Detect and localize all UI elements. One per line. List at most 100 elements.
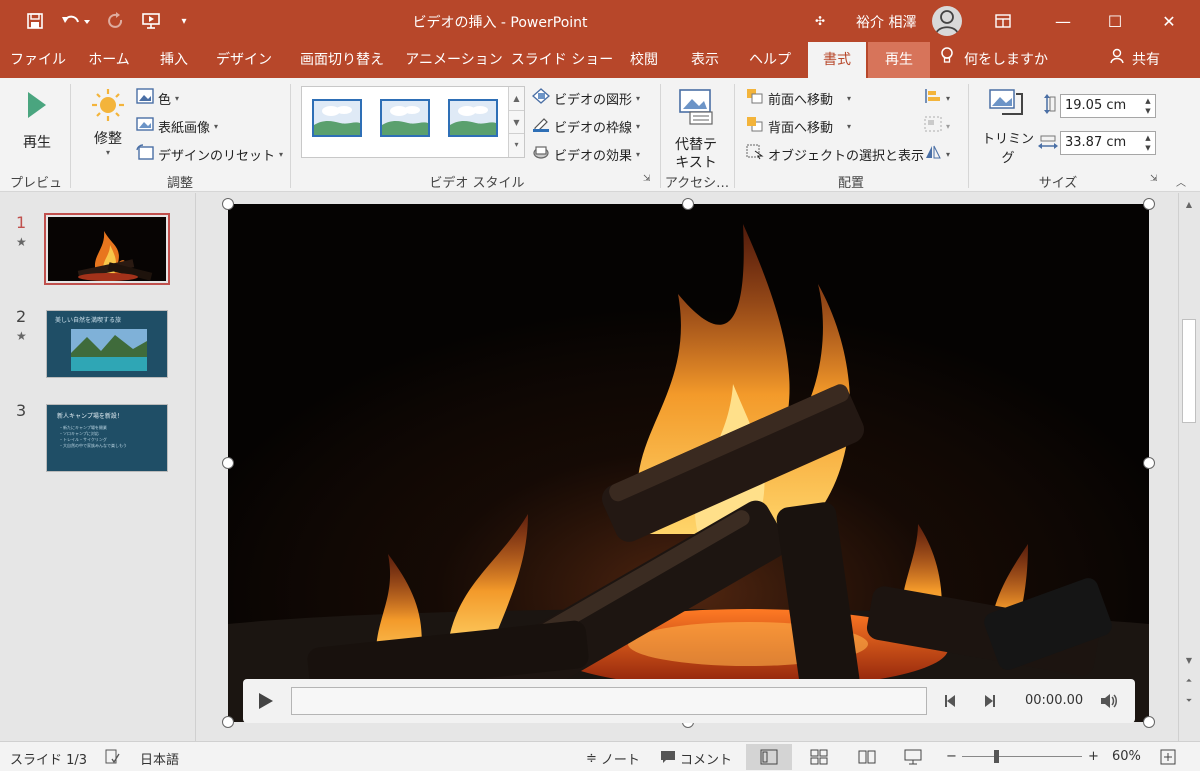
chevron-down-icon: ▾ [847, 93, 852, 103]
tab-slide-show[interactable]: スライド ショー [510, 42, 614, 78]
crop-button[interactable]: トリミング [980, 88, 1036, 166]
width-input[interactable]: 33.87 cm ▲ ▼ [1060, 131, 1156, 155]
notes-button[interactable]: ≑ ノート [586, 749, 640, 768]
slide-thumbnail-3[interactable]: 新人キャンプ場を新設！ ・新たにキャンプ場を開業 ・ソロキャンプに対応 ・トレイ… [46, 404, 168, 472]
lightbulb-icon [940, 42, 954, 78]
selection-pane-button[interactable]: オブジェクトの選択と表示 [746, 144, 924, 164]
skip-forward-button[interactable] [981, 693, 997, 713]
tab-help[interactable]: ヘルプ [740, 42, 800, 78]
reading-view-button[interactable] [858, 749, 876, 769]
seek-bar[interactable] [291, 687, 927, 715]
bring-forward-button[interactable]: 前面へ移動 ▾ [746, 88, 851, 108]
close-button[interactable]: ✕ [1146, 6, 1192, 36]
tab-insert[interactable]: 挿入 [148, 42, 200, 78]
fit-to-window-button[interactable] [1160, 749, 1176, 769]
play-pause-button[interactable] [253, 689, 277, 713]
maximize-button[interactable]: ☐ [1092, 6, 1138, 36]
video-style-thumbnail[interactable] [380, 99, 430, 137]
resize-handle[interactable] [1143, 457, 1155, 469]
skip-back-button[interactable] [943, 693, 959, 713]
avatar[interactable] [932, 6, 962, 36]
color-button[interactable]: 色 ▾ [136, 88, 179, 108]
tab-format[interactable]: 書式 [808, 42, 866, 78]
tab-design[interactable]: デザイン [208, 42, 280, 78]
play-preview-button[interactable]: 再生 [14, 86, 60, 156]
zoom-in-button[interactable]: + [1088, 749, 1099, 764]
dialog-launcher-icon[interactable]: ⇲ [643, 174, 651, 184]
comments-button[interactable]: コメント [660, 749, 732, 768]
group-objects-button[interactable]: ▾ [924, 116, 950, 136]
slide-number: 3 [16, 401, 27, 420]
volume-button[interactable] [1099, 692, 1119, 714]
tab-home[interactable]: ホーム [78, 42, 140, 78]
slide-3-bullets: ・新たにキャンプ場を開業 ・ソロキャンプに対応 ・トレイル・サイクリング ・大自… [59, 425, 127, 449]
height-spinner[interactable]: ▲ ▼ [1143, 96, 1153, 116]
resize-handle[interactable] [1143, 198, 1155, 210]
next-slide-icon[interactable]: ⏷ [1181, 693, 1197, 709]
tab-animations[interactable]: アニメーション [402, 42, 506, 78]
align-button[interactable]: ▾ [924, 88, 950, 108]
resize-handle[interactable] [222, 716, 234, 728]
chevron-down-icon: ▾ [636, 121, 641, 131]
gallery-more-icon[interactable]: ▾ [509, 133, 524, 155]
spell-check-icon[interactable] [104, 749, 120, 769]
chevron-down-icon[interactable]: ▼ [509, 110, 524, 133]
resize-handle[interactable] [222, 457, 234, 469]
reset-design-button[interactable]: デザインのリセット ▾ [136, 144, 283, 164]
ribbon-tabs: ファイル ホーム 挿入 デザイン 画面切り替え アニメーション スライド ショー… [0, 42, 1200, 78]
language-indicator[interactable]: 日本語 [140, 749, 179, 768]
resize-handle[interactable] [1143, 716, 1155, 728]
scroll-thumb[interactable] [1182, 319, 1196, 423]
poster-frame-button[interactable]: 表紙画像 ▾ [136, 116, 218, 136]
zoom-level[interactable]: 60% [1112, 749, 1141, 764]
tab-file[interactable]: ファイル [6, 42, 70, 78]
ribbon-display-options-icon[interactable] [980, 6, 1026, 36]
resize-handle[interactable] [682, 198, 694, 210]
slide-thumbnail-1[interactable] [44, 213, 170, 285]
tell-me-box[interactable]: 何をしますか [940, 42, 1070, 78]
minimize-button[interactable]: — [1040, 6, 1086, 36]
normal-view-button[interactable] [746, 744, 792, 770]
share-button[interactable]: 共有 [1110, 42, 1180, 78]
corrections-button[interactable]: 修整 ▾ [86, 86, 130, 166]
zoom-out-button[interactable]: − [946, 749, 957, 764]
vertical-scrollbar[interactable]: ▲ ▼ ⏶ ⏷ [1178, 193, 1200, 741]
video-style-thumbnail[interactable] [448, 99, 498, 137]
collapse-ribbon-icon[interactable]: ︿ [1176, 174, 1186, 189]
chevron-down-icon[interactable]: ▼ [1181, 653, 1197, 669]
selection-pane-icon [746, 144, 764, 164]
group-objects-icon [924, 116, 942, 136]
video-border-button[interactable]: ビデオの枠線 ▾ [532, 116, 640, 136]
slide-show-view-button[interactable] [904, 749, 922, 769]
video-effects-button[interactable]: ビデオの効果 ▾ [532, 144, 640, 164]
video-styles-gallery[interactable]: ▲ ▼ ▾ [301, 86, 525, 158]
zoom-slider[interactable] [962, 756, 1082, 757]
slide-thumbnail-2[interactable]: 美しい自然を満喫する旅 [46, 310, 168, 378]
alt-text-button[interactable]: 代替テ キスト [668, 86, 724, 171]
chevron-down-icon: ▾ [946, 93, 951, 103]
gallery-scroll[interactable]: ▲ ▼ ▾ [508, 87, 524, 157]
chevron-up-icon[interactable]: ▲ [509, 87, 524, 110]
video-shape-button[interactable]: ビデオの図形 ▾ [531, 88, 640, 108]
width-spinner[interactable]: ▲ ▼ [1143, 133, 1153, 153]
tab-transitions[interactable]: 画面切り替え [288, 42, 396, 78]
slide-sorter-view-button[interactable] [810, 749, 828, 769]
previous-slide-icon[interactable]: ⏶ [1181, 673, 1197, 689]
slide-3-title: 新人キャンプ場を新設！ [57, 413, 123, 420]
video-object[interactable] [228, 204, 1149, 722]
resize-handle[interactable] [222, 198, 234, 210]
tab-playback[interactable]: 再生 [868, 42, 930, 78]
video-style-thumbnail[interactable] [312, 99, 362, 137]
alt-text-label-line2: キスト [675, 155, 717, 171]
touch-mode-icon[interactable]: ✣ [810, 9, 830, 33]
user-name[interactable]: 裕介 相澤 [856, 12, 916, 32]
zoom-slider-thumb[interactable] [994, 750, 999, 763]
poster-frame-icon [136, 116, 154, 136]
send-backward-button[interactable]: 背面へ移動 ▾ [746, 116, 851, 136]
rotate-button[interactable]: ▾ [924, 144, 950, 164]
height-input[interactable]: 19.05 cm ▲ ▼ [1060, 94, 1156, 118]
dialog-launcher-icon[interactable]: ⇲ [1150, 174, 1158, 184]
tab-review[interactable]: 校閲 [618, 42, 670, 78]
chevron-up-icon[interactable]: ▲ [1181, 197, 1197, 213]
tab-view[interactable]: 表示 [678, 42, 732, 78]
